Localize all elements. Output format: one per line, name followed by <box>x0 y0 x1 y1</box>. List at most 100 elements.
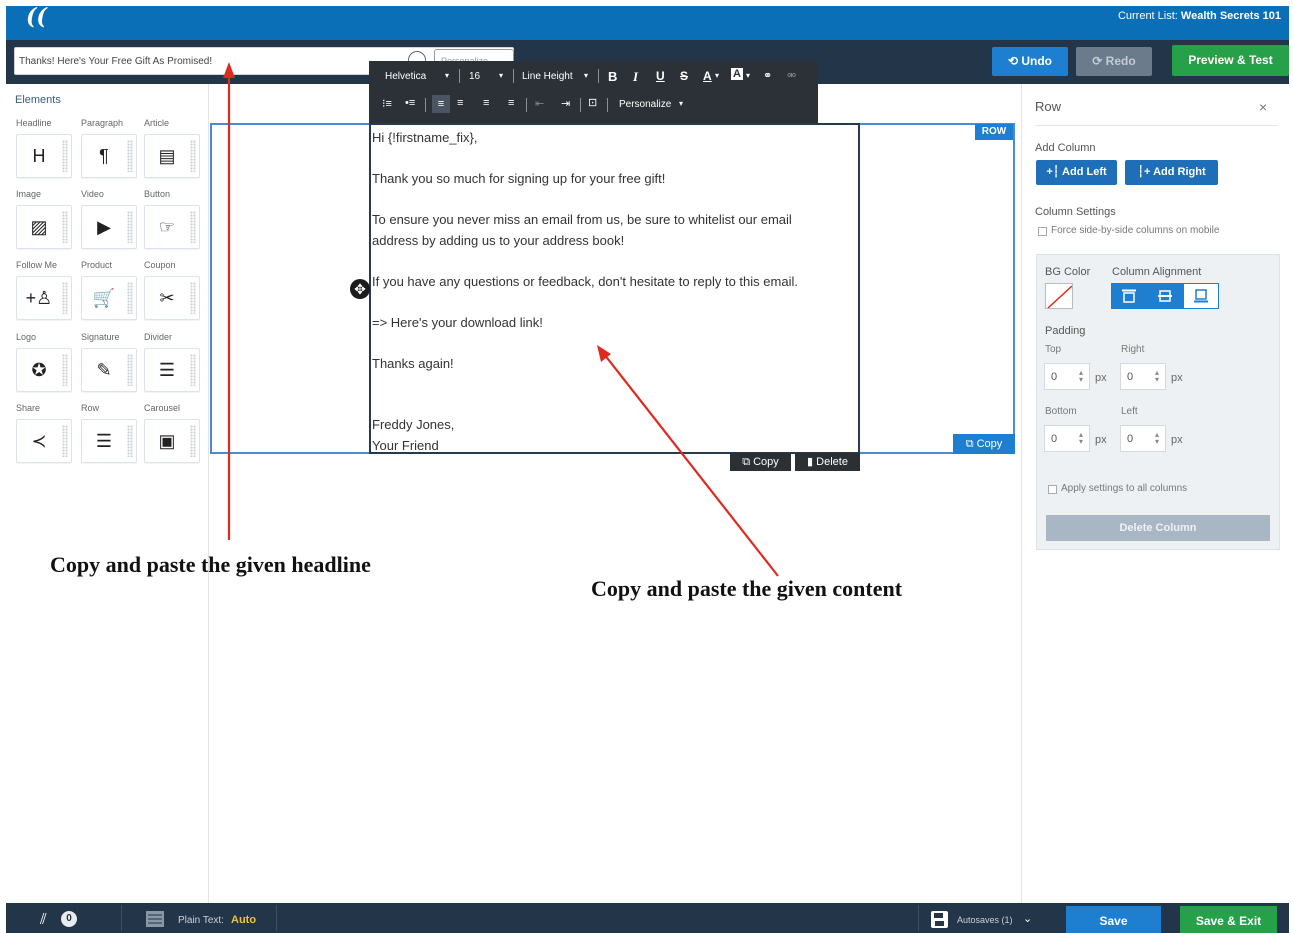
email-body[interactable]: Hi {!firstname_fix}, Thank you so much f… <box>372 128 852 456</box>
stepper-icon[interactable]: ▴ ▾ <box>1079 431 1083 446</box>
element-tile-signature[interactable]: ✎ <box>81 348 137 392</box>
align-bottom-button[interactable] <box>1183 283 1219 309</box>
highlight-color-button[interactable]: A <box>731 68 743 80</box>
align-justify-icon[interactable]: ≡ <box>508 97 514 109</box>
align-center-icon[interactable]: ≡ <box>457 97 463 109</box>
app-logo[interactable]: (( <box>26 4 47 30</box>
annotation-headline: Copy and paste the given headline <box>50 552 371 577</box>
chevron-down-icon[interactable]: ▾ <box>584 71 588 80</box>
underline-button[interactable]: U <box>656 69 665 83</box>
link-icon[interactable]: ⚭ <box>763 69 772 82</box>
chevron-down-icon[interactable]: ▾ <box>445 71 449 80</box>
chevron-down-icon[interactable]: ▾ <box>715 71 719 80</box>
align-middle-button[interactable] <box>1147 283 1183 309</box>
padding-top-value: 0 <box>1051 371 1058 383</box>
drag-handle-icon[interactable] <box>62 140 68 172</box>
close-icon[interactable]: × <box>1259 99 1267 115</box>
row-copy-button[interactable]: ⧉ Copy <box>953 434 1015 454</box>
plain-text-icon[interactable] <box>146 911 164 927</box>
personalize-dropdown[interactable]: Personalize <box>619 99 671 110</box>
column-copy-button[interactable]: ⧉ Copy <box>730 453 791 471</box>
unlink-icon[interactable]: ⚮ <box>787 69 796 82</box>
drag-handle-icon[interactable] <box>127 354 133 386</box>
font-color-button[interactable]: A <box>703 69 712 83</box>
element-tile-carousel[interactable]: ▣ <box>144 419 200 463</box>
line-height-select[interactable]: Line Height <box>522 71 573 82</box>
element-tile-product[interactable]: 🛒 <box>81 276 137 320</box>
drag-handle-icon[interactable] <box>190 140 196 172</box>
drag-handle-icon[interactable] <box>190 425 196 457</box>
drag-handle-icon[interactable] <box>190 354 196 386</box>
email-line <box>372 190 852 211</box>
email-line: If you have any questions or feedback, d… <box>372 273 798 289</box>
ordered-list-icon[interactable]: ⁝≡ <box>382 97 392 110</box>
strikethrough-button[interactable]: S <box>680 69 688 83</box>
current-list-value[interactable]: Wealth Secrets 101 <box>1181 10 1281 22</box>
add-right-button[interactable]: ┆+ Add Right <box>1125 160 1218 185</box>
align-left-icon[interactable]: ≡ <box>432 95 450 113</box>
stepper-icon[interactable]: ▴ ▾ <box>1079 369 1083 384</box>
drag-handle-icon[interactable] <box>190 211 196 243</box>
padding-top-input[interactable]: 0 ▴ ▾ <box>1044 363 1090 390</box>
element-tile-coupon[interactable]: ✂ <box>144 276 200 320</box>
plain-text-mode[interactable]: Auto <box>231 914 256 926</box>
indent-icon[interactable]: ⇥ <box>561 97 570 110</box>
padding-right-input[interactable]: 0 ▴ ▾ <box>1120 363 1166 390</box>
drag-handle-icon[interactable] <box>127 211 133 243</box>
add-left-button[interactable]: +┆ Add Left <box>1036 160 1117 185</box>
paragraph-icon: ¶ <box>99 145 109 166</box>
drag-handle-icon[interactable] <box>62 425 68 457</box>
column-delete-button[interactable]: ▮ Delete <box>795 453 860 471</box>
element-tile-headline[interactable]: H <box>16 134 72 178</box>
save-exit-button[interactable]: Save & Exit <box>1180 906 1277 933</box>
element-tile-button[interactable]: ☞ <box>144 205 200 249</box>
unordered-list-icon[interactable]: •≡ <box>405 97 415 109</box>
drag-handle-icon[interactable] <box>127 140 133 172</box>
image-icon: ▨ <box>30 216 48 237</box>
element-tile-divider[interactable]: ☰ <box>144 348 200 392</box>
bold-button[interactable]: B <box>608 69 617 84</box>
drag-handle-icon[interactable] <box>62 282 68 314</box>
element-tile-paragraph[interactable]: ¶ <box>81 134 137 178</box>
padding-bottom-input[interactable]: 0 ▴ ▾ <box>1044 425 1090 452</box>
preview-test-button[interactable]: Preview & Test <box>1172 45 1289 76</box>
save-button[interactable]: Save <box>1066 906 1161 933</box>
outdent-icon[interactable]: ⇤ <box>535 97 544 110</box>
padding-left-input[interactable]: 0 ▴ ▾ <box>1120 425 1166 452</box>
undo-button[interactable]: ⟲ Undo <box>992 47 1068 76</box>
email-line: To ensure you never miss an email from u… <box>372 212 792 227</box>
element-tile-logo[interactable]: ✪ <box>16 348 72 392</box>
element-tile-image[interactable]: ▨ <box>16 205 72 249</box>
bg-color-swatch[interactable] <box>1045 283 1073 309</box>
move-icon[interactable]: ✥ <box>350 279 370 299</box>
chevron-down-icon[interactable]: ⌄ <box>1023 912 1032 925</box>
stepper-icon[interactable]: ▴ ▾ <box>1155 431 1159 446</box>
drag-handle-icon[interactable] <box>127 425 133 457</box>
chevron-down-icon[interactable]: ▾ <box>499 71 503 80</box>
source-code-icon[interactable]: ⊡ <box>588 96 597 109</box>
drag-handle-icon[interactable] <box>62 354 68 386</box>
chevron-down-icon[interactable]: ▾ <box>679 99 683 108</box>
drag-handle-icon[interactable] <box>62 211 68 243</box>
align-top-button[interactable] <box>1111 283 1147 309</box>
redo-button[interactable]: ⟳ Redo <box>1076 47 1152 76</box>
italic-button[interactable]: I <box>633 69 638 85</box>
apply-all-checkbox[interactable] <box>1048 485 1057 494</box>
chevron-down-icon[interactable]: ▾ <box>746 71 750 80</box>
element-tile-video[interactable]: ▶ <box>81 205 137 249</box>
font-size-select[interactable]: 16 <box>469 71 480 82</box>
paperclip-icon[interactable]: ⫽ <box>40 911 47 928</box>
element-tile-follow-me[interactable]: +♙ <box>16 276 72 320</box>
stepper-icon[interactable]: ▴ ▾ <box>1155 369 1159 384</box>
drag-handle-icon[interactable] <box>190 282 196 314</box>
element-tile-share[interactable]: ≺ <box>16 419 72 463</box>
delete-column-button[interactable]: Delete Column <box>1046 515 1270 541</box>
element-tile-article[interactable]: ▤ <box>144 134 200 178</box>
align-right-icon[interactable]: ≡ <box>483 97 489 109</box>
font-family-select[interactable]: Helvetica <box>385 71 426 82</box>
row-tag[interactable]: ROW <box>975 124 1013 140</box>
autosaves-label[interactable]: Autosaves (1) <box>957 915 1013 925</box>
force-side-by-side-checkbox[interactable] <box>1038 227 1047 236</box>
element-tile-row[interactable]: ☰ <box>81 419 137 463</box>
drag-handle-icon[interactable] <box>127 282 133 314</box>
